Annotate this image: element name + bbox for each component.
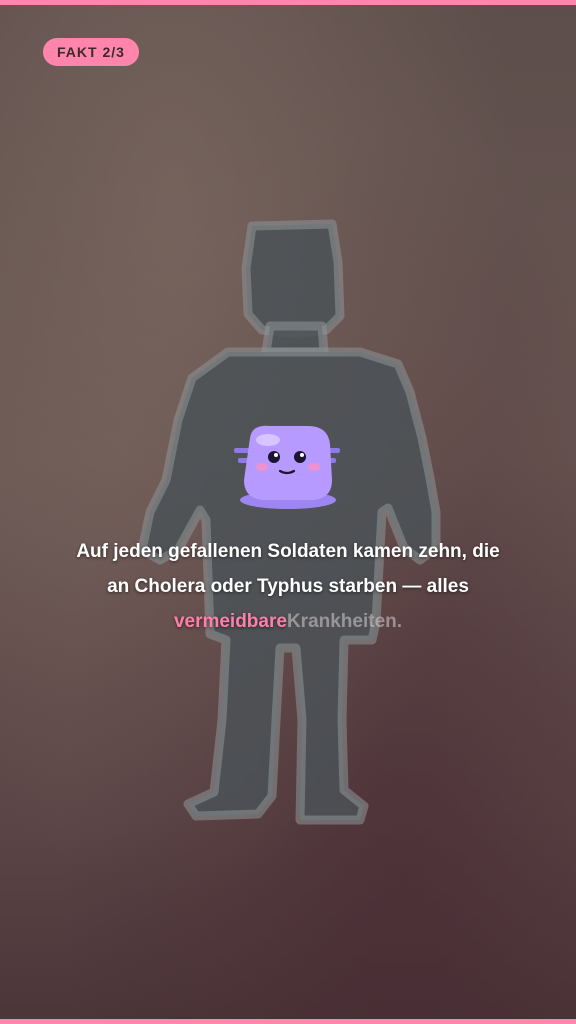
caption-highlight-word: vermeidbare [173, 611, 287, 632]
blob-mascot-icon [234, 425, 340, 509]
caption-faded-word: Krankheiten. [286, 611, 403, 632]
fact-caption: Auf jeden gefallenen Soldaten kamen zehn… [30, 534, 546, 639]
caption-line-3: vermeidbareKrankheiten. [30, 604, 546, 639]
soldier-silhouette-icon [137, 219, 441, 825]
caption-line-2: an Cholera oder Typhus starben — alles [107, 576, 469, 597]
caption-line-1: Auf jeden gefallenen Soldaten kamen zehn… [76, 541, 500, 562]
